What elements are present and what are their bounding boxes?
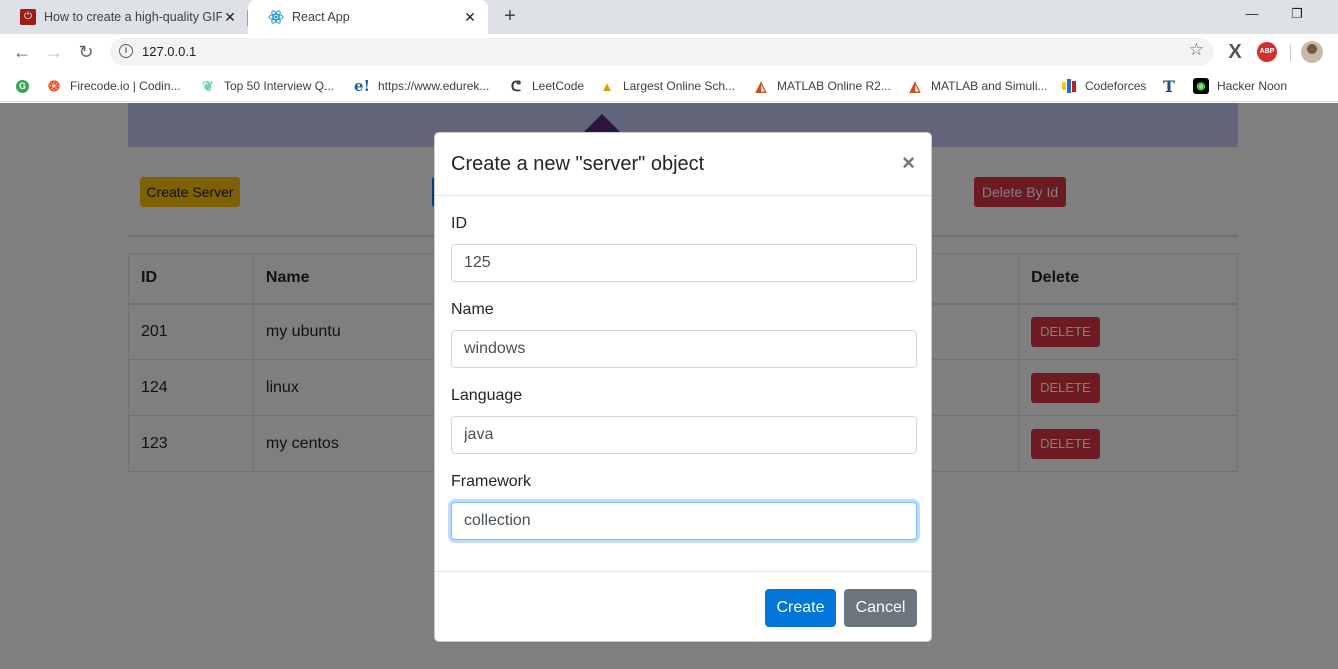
power-icon: ⏻	[20, 9, 36, 25]
tab-title: How to create a high-quality GIF	[44, 10, 222, 24]
minimize-icon[interactable]: —	[1242, 4, 1262, 24]
create-button[interactable]: Create	[765, 589, 836, 627]
reload-icon[interactable]: ↻	[74, 40, 98, 64]
x-extension-icon[interactable]: X	[1225, 41, 1245, 63]
t2-icon: T	[1163, 76, 1175, 96]
bookmark-online-school[interactable]: ▲ Largest Online Sch...	[599, 76, 736, 96]
bookmark-label: Codeforces	[1085, 79, 1147, 93]
modal-title: Create a new "server" object	[451, 153, 705, 175]
bookmark-label: LeetCode	[532, 79, 585, 93]
bookmark-star-icon[interactable]: ☆	[1189, 40, 1204, 60]
bookmark-interview[interactable]: ❦ Top 50 Interview Q...	[200, 76, 334, 96]
bookmark-label: Largest Online Sch...	[623, 79, 736, 93]
matlab-icon: ◭	[755, 77, 767, 94]
g-badge-icon: G	[16, 79, 29, 93]
tab-react-app[interactable]: React App ✕	[248, 0, 488, 34]
matlab-icon: ◭	[909, 77, 921, 94]
tab-title: React App	[292, 10, 350, 24]
adblock-plus-icon[interactable]: ABP	[1257, 42, 1277, 62]
language-label: Language	[451, 387, 523, 404]
id-label: ID	[451, 215, 467, 232]
leaf-icon: ❦	[202, 77, 214, 94]
tab-close-icon[interactable]: ✕	[462, 9, 478, 26]
bookmark-label: MATLAB and Simuli...	[931, 79, 1048, 93]
tab-strip: ⏻ How to create a high-quality GIF ✕ Rea…	[0, 0, 1338, 34]
address-url: 127.0.0.1	[142, 44, 197, 59]
bookmark-matlab-online[interactable]: ◭ MATLAB Online R2...	[753, 76, 891, 96]
react-icon	[268, 9, 284, 25]
toolbar-divider	[1290, 45, 1291, 61]
bookmark-firecode[interactable]: ❂ Firecode.io | Codin...	[46, 76, 181, 96]
forward-icon[interactable]: →	[42, 40, 66, 64]
graduation-hat-icon: ▲	[600, 78, 614, 94]
framework-field[interactable]	[451, 502, 917, 540]
leetcode-icon: ᕦ	[510, 77, 522, 94]
fire-icon: ❂	[48, 77, 60, 94]
edureka-icon: e!	[353, 77, 371, 95]
bookmark-label: https://www.edurek...	[378, 79, 490, 93]
name-field[interactable]	[451, 330, 917, 368]
bookmark-label: Hacker Noon	[1217, 79, 1288, 93]
info-icon[interactable]: i	[119, 44, 133, 58]
bookmark-edureka[interactable]: e! https://www.edurek...	[354, 76, 489, 96]
browser-toolbar: ← → ↻ i 127.0.0.1 ☆ X ABP	[0, 34, 1338, 70]
tab-close-icon[interactable]: ✕	[222, 9, 238, 26]
back-icon[interactable]: ←	[10, 40, 34, 64]
bookmark-label: MATLAB Online R2...	[777, 79, 891, 93]
bookmark-hackernoon[interactable]: ◉ Hacker Noon	[1193, 76, 1287, 96]
bookmark-g[interactable]: G	[16, 76, 37, 96]
bookmark-codeforces[interactable]: Codeforces	[1061, 76, 1146, 96]
address-bar[interactable]: i 127.0.0.1 ☆	[110, 38, 1214, 66]
bookmark-leetcode[interactable]: ᕦ LeetCode	[508, 76, 584, 96]
cancel-button[interactable]: Cancel	[844, 589, 917, 627]
framework-label: Framework	[451, 473, 532, 490]
bookmark-matlab-simulink[interactable]: ◭ MATLAB and Simuli...	[907, 76, 1048, 96]
id-field[interactable]	[451, 244, 917, 282]
bookmark-label: Firecode.io | Codin...	[70, 79, 181, 93]
profile-avatar[interactable]	[1301, 41, 1323, 63]
modal-header: Create a new "server" object ×	[435, 133, 931, 196]
codeforces-icon	[1061, 78, 1077, 94]
language-field[interactable]	[451, 416, 917, 454]
close-icon[interactable]: ×	[902, 151, 915, 175]
name-label: Name	[451, 301, 494, 318]
restore-icon[interactable]: ❐	[1287, 4, 1307, 24]
modal-footer: Create Cancel	[435, 571, 931, 641]
create-server-modal: Create a new "server" object × ID Name L…	[434, 132, 932, 642]
hackernoon-icon: ◉	[1193, 78, 1209, 94]
bookmark-t2[interactable]: T	[1161, 76, 1185, 96]
bookmark-label: Top 50 Interview Q...	[224, 79, 335, 93]
new-tab-icon[interactable]: +	[499, 5, 521, 27]
bookmarks-bar: G ❂ Firecode.io | Codin... ❦ Top 50 Inte…	[0, 70, 1338, 102]
tab-gif-guide[interactable]: ⏻ How to create a high-quality GIF ✕	[0, 0, 248, 34]
